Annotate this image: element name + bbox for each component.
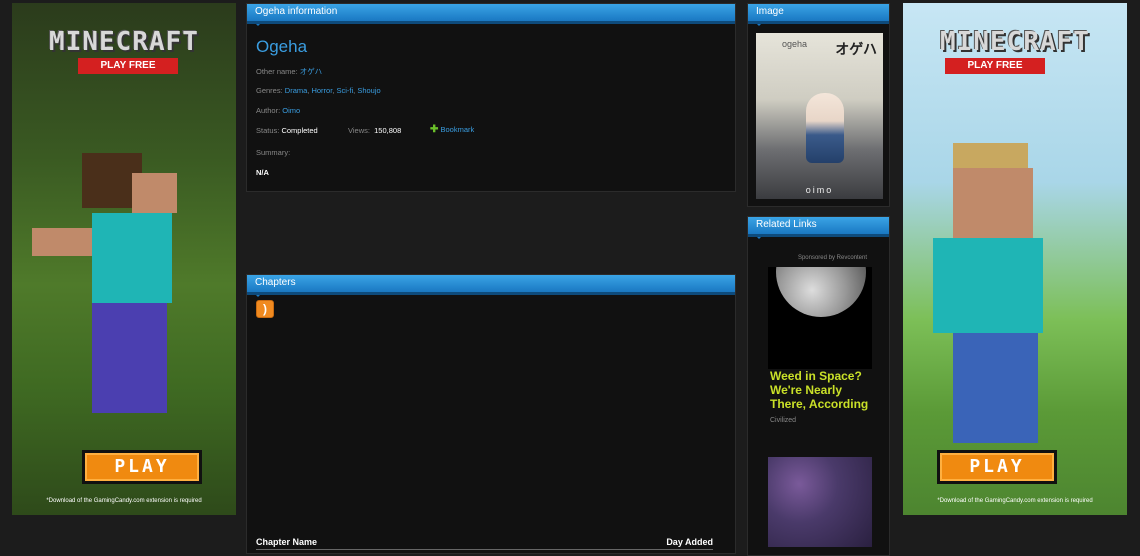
left-advertisement[interactable]: MINECRAFT PLAY FREE PLAY *Download of th… bbox=[12, 3, 236, 515]
genre-link[interactable]: Sci-fi bbox=[336, 86, 353, 95]
chapters-panel-header: Chapters bbox=[247, 275, 735, 297]
genres-row: Genres: Drama, Horror, Sci-fi, Shoujo bbox=[256, 86, 381, 95]
cover-character bbox=[806, 93, 844, 163]
play-free-banner: PLAY FREE bbox=[78, 58, 178, 74]
status-row: Status: Completed bbox=[256, 126, 318, 135]
character-face bbox=[132, 173, 177, 213]
sponsored-thumbnail[interactable] bbox=[768, 267, 872, 369]
manga-title[interactable]: Ogeha bbox=[256, 37, 307, 57]
cover-author: oimo bbox=[805, 185, 834, 195]
manga-info-panel: Ogeha information Ogeha Other name: オゲハ … bbox=[246, 3, 736, 192]
sponsored-thumbnail[interactable] bbox=[768, 457, 872, 547]
ad-disclaimer: *Download of the GamingCandy.com extensi… bbox=[937, 498, 1093, 504]
bookmark-label[interactable]: Bookmark bbox=[440, 125, 474, 134]
views-value: 150,808 bbox=[374, 126, 402, 135]
other-name-row: Other name: オゲハ bbox=[256, 67, 323, 76]
chapters-panel: Chapters ) Chapter Name Day Added bbox=[246, 274, 736, 554]
character-shirt bbox=[92, 213, 172, 303]
author-row: Author: Oimo bbox=[256, 106, 301, 115]
summary-label: Summary: bbox=[256, 148, 291, 157]
bookmark-button[interactable]: ✚ Bookmark bbox=[430, 124, 474, 135]
character-legs bbox=[92, 303, 167, 413]
author-link[interactable]: Oimo bbox=[282, 106, 300, 115]
genre-link[interactable]: Shoujo bbox=[357, 86, 380, 95]
other-name-value: オゲハ bbox=[299, 67, 323, 76]
character-shirt bbox=[933, 238, 1043, 333]
day-added-column: Day Added bbox=[666, 537, 713, 547]
sponsored-headline[interactable]: Weed in Space? We're Nearly There, Accor… bbox=[770, 369, 880, 411]
status-value: Completed bbox=[281, 126, 318, 135]
views-row: Views: 150,808 bbox=[348, 126, 402, 135]
info-panel-header: Ogeha information bbox=[247, 4, 735, 26]
cover-vertical-title: ogeha bbox=[782, 39, 808, 49]
image-panel-header: Image bbox=[748, 4, 889, 26]
character-arm bbox=[32, 228, 92, 256]
play-free-banner: PLAY FREE bbox=[945, 58, 1045, 74]
genre-link[interactable]: Horror bbox=[311, 86, 332, 95]
ad-play-button[interactable]: PLAY bbox=[82, 450, 202, 484]
character-legs bbox=[953, 333, 1038, 443]
ad-play-button[interactable]: PLAY bbox=[937, 450, 1057, 484]
summary-text: N/A bbox=[256, 168, 269, 177]
minecraft-logo: MINECRAFT bbox=[940, 27, 1090, 57]
manga-cover-image[interactable]: ogeha オゲハ oimo bbox=[756, 33, 883, 199]
plus-icon: ✚ bbox=[430, 124, 439, 135]
chapter-table-header: Chapter Name Day Added bbox=[256, 537, 713, 550]
image-panel: Image ogeha オゲハ oimo bbox=[747, 3, 890, 207]
ad-disclaimer: *Download of the GamingCandy.com extensi… bbox=[46, 498, 202, 504]
cover-title: オゲハ bbox=[835, 41, 877, 57]
related-links-panel: Related Links Sponsored by Revcontent We… bbox=[747, 216, 890, 556]
character-face bbox=[953, 168, 1033, 238]
genre-link[interactable]: Drama bbox=[285, 86, 308, 95]
rss-feed-icon[interactable]: ) bbox=[256, 300, 274, 318]
chapter-name-column: Chapter Name bbox=[256, 537, 318, 547]
sponsored-label: Sponsored by Revcontent bbox=[797, 255, 867, 261]
right-advertisement[interactable]: MINECRAFT PLAY FREE PLAY *Download of th… bbox=[903, 3, 1127, 515]
related-links-header: Related Links bbox=[748, 217, 889, 239]
minecraft-logo: MINECRAFT bbox=[49, 27, 199, 57]
sponsored-source: Civilized bbox=[770, 417, 797, 424]
